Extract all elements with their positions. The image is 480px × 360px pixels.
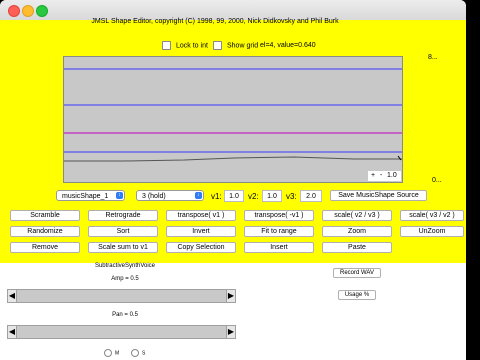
radio-m[interactable]: M [104, 349, 119, 357]
randomize-button[interactable]: Randomize [10, 226, 80, 237]
fit-to-range-button[interactable]: Fit to range [244, 226, 314, 237]
v3-field[interactable]: 2.0 [300, 190, 322, 202]
v2-field[interactable]: 1.0 [262, 190, 282, 202]
zoom-button[interactable]: Zoom [322, 226, 392, 237]
radio-m-label: M [115, 350, 120, 357]
scale-v2-v3-button[interactable]: scale( v2 / v3 ) [322, 210, 392, 221]
scroll-right-icon[interactable]: ▶ [226, 326, 235, 338]
unzoom-button[interactable]: UnZoom [400, 226, 464, 237]
invert-button[interactable]: Invert [166, 226, 236, 237]
dimension-select-value: 3 (hold) [142, 193, 166, 200]
app-window: JMSL Shape Editor, copyright (C) 1998, 9… [0, 0, 466, 360]
scale-v3-v2-button[interactable]: scale( v3 / v2 ) [400, 210, 464, 221]
radio-s-label: S [142, 350, 146, 357]
show-grid-checkbox[interactable]: Show grid [213, 41, 258, 51]
chevron-updown-icon: ↕ [116, 192, 123, 199]
show-grid-label: Show grid [227, 42, 259, 50]
music-shape-select-value: musicShape_1 [62, 193, 109, 200]
transpose-v1-button[interactable]: transpose( v1 ) [166, 210, 236, 221]
transpose-neg-v1-button[interactable]: transpose( -v1 ) [244, 210, 314, 221]
lock-to-int-label: Lock to int [176, 42, 208, 50]
sort-button[interactable]: Sort [88, 226, 158, 237]
scramble-button[interactable]: Scramble [10, 210, 80, 221]
amp-slider[interactable]: ◀ ▶ [7, 289, 236, 303]
maximize-window-button[interactable] [36, 5, 48, 17]
zoom-in-button[interactable]: + [371, 171, 375, 181]
zoom-control: + - 1.0 [368, 171, 401, 181]
synth-voice-panel [0, 263, 466, 360]
amp-label: Amp = 0.5 [111, 276, 139, 282]
v2-label: v2: [248, 192, 259, 201]
checkbox-box-icon[interactable] [162, 41, 171, 50]
zoom-value: 1.0 [387, 172, 397, 179]
music-shape-select[interactable]: musicShape_1 ↕ [56, 190, 125, 201]
checkbox-box-icon[interactable] [213, 41, 222, 50]
v1-field[interactable]: 1.0 [224, 190, 244, 202]
scroll-left-icon[interactable]: ◀ [8, 290, 17, 302]
save-musicshape-source-button[interactable]: Save MusicShape Source [330, 190, 427, 201]
synth-voice-title: SubtractiveSynthVoice [94, 263, 156, 269]
selection-status: el=4, value=0.640 [260, 42, 316, 49]
v3-label: v3: [286, 192, 297, 201]
pan-slider[interactable]: ◀ ▶ [7, 325, 236, 339]
minimize-window-button[interactable] [22, 5, 34, 17]
record-wav-button[interactable]: Record WAV [333, 268, 381, 278]
remove-button[interactable]: Remove [10, 242, 80, 253]
insert-button[interactable]: Insert [244, 242, 314, 253]
radio-circle-icon[interactable] [131, 349, 139, 357]
zoom-out-button[interactable]: - [380, 171, 382, 181]
retrograde-button[interactable]: Retrograde [88, 210, 158, 221]
radio-s[interactable]: S [131, 349, 145, 357]
copy-selection-button[interactable]: Copy Selection [166, 242, 236, 253]
shape-plot-svg [64, 68, 402, 162]
scroll-left-icon[interactable]: ◀ [8, 326, 17, 338]
scroll-right-icon[interactable]: ▶ [226, 290, 235, 302]
pan-label: Pan = 0.5 [112, 312, 138, 318]
dimension-select[interactable]: 3 (hold) ↕ [136, 190, 204, 201]
lock-to-int-checkbox[interactable]: Lock to int [162, 41, 208, 51]
editor-title: JMSL Shape Editor, copyright (C) 1998, 9… [91, 18, 339, 25]
shape-editor-panel: JMSL Shape Editor, copyright (C) 1998, 9… [0, 18, 466, 263]
paste-button[interactable]: Paste [322, 242, 392, 253]
usage-button[interactable]: Usage % [338, 290, 376, 300]
axis-max-label: 8... [428, 54, 438, 61]
v1-label: v1: [211, 192, 222, 201]
close-window-button[interactable] [8, 5, 20, 17]
shape-plot-area[interactable]: + - 1.0 [63, 56, 403, 183]
shape-curve [64, 156, 402, 162]
radio-circle-icon[interactable] [104, 349, 112, 357]
chevron-updown-icon: ↕ [195, 192, 202, 199]
scale-sum-to-v1-button[interactable]: Scale sum to v1 [88, 242, 158, 253]
axis-min-label: 0... [432, 177, 442, 184]
